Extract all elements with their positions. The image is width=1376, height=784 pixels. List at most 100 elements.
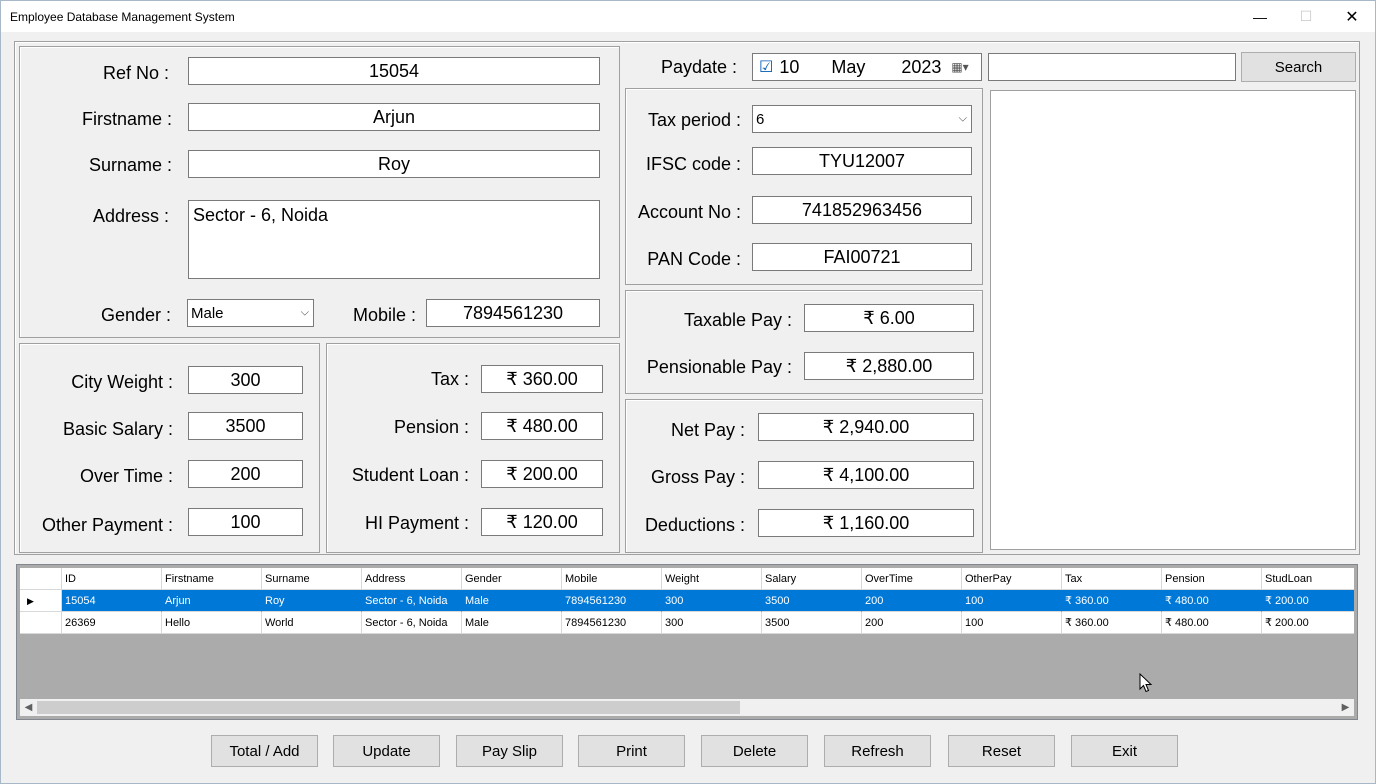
account-no-field[interactable]: 741852963456 [752,196,972,224]
taxable-pay-group: Taxable Pay : ₹ 6.00 Pensionable Pay : ₹… [625,290,983,394]
table-row[interactable]: 26369 Hello World Sector - 6, Noida Male 7894… [20,612,1354,634]
city-weight-field[interactable]: 300 [188,366,303,394]
update-button[interactable]: Update [333,735,440,767]
reset-button[interactable]: Reset [948,735,1055,767]
basic-salary-field[interactable]: 3500 [188,412,303,440]
student-loan-field[interactable]: ₹ 200.00 [481,460,603,488]
grid-cell[interactable]: Male [462,612,562,634]
delete-button[interactable]: Delete [701,735,808,767]
net-pay-field[interactable]: ₹ 2,940.00 [758,413,974,441]
scroll-right-icon[interactable]: ▶ [1337,699,1354,716]
scrollbar-thumb[interactable] [37,701,740,714]
grid-cell[interactable]: ₹ 360.00 [1062,590,1162,612]
grid-cell[interactable]: 26369 [62,612,162,634]
gross-pay-field[interactable]: ₹ 4,100.00 [758,461,974,489]
row-header[interactable] [20,612,62,634]
column-header[interactable]: Weight [662,568,762,590]
employee-grid[interactable]: ID Firstname Surname Address Gender Mobile Wei… [16,564,1358,720]
grid-cell[interactable]: 15054 [62,590,162,612]
refresh-button[interactable]: Refresh [824,735,931,767]
grid-cell[interactable]: ₹ 200.00 [1262,612,1354,634]
ref-no-field[interactable]: 15054 [188,57,600,85]
table-row[interactable]: ▶ 15054 Arjun Roy Sector - 6, Noida Male 78945… [20,590,1354,612]
other-payment-field[interactable]: 100 [188,508,303,536]
search-input[interactable] [988,53,1236,81]
scroll-left-icon[interactable]: ◀ [20,699,37,716]
pan-code-field[interactable]: FAI00721 [752,243,972,271]
column-header[interactable]: ID [62,568,162,590]
column-header[interactable]: Firstname [162,568,262,590]
firstname-field[interactable]: Arjun [188,103,600,131]
hi-payment-field[interactable]: ₹ 120.00 [481,508,603,536]
grid-cell[interactable]: 3500 [762,612,862,634]
close-button[interactable]: ✕ [1329,1,1375,32]
search-button[interactable]: Search [1241,52,1356,82]
column-header[interactable]: Gender [462,568,562,590]
grid-corner-header[interactable] [20,568,62,590]
grid-cell[interactable]: 100 [962,590,1062,612]
total-add-button[interactable]: Total / Add [211,735,318,767]
exit-button[interactable]: Exit [1071,735,1178,767]
grid-cell[interactable]: 100 [962,612,1062,634]
payslip-listbox[interactable] [990,90,1356,550]
ifsc-code-field[interactable]: TYU12007 [752,147,972,175]
column-header[interactable]: StudLoan [1262,568,1354,590]
grid-cell[interactable]: ₹ 200.00 [1262,590,1354,612]
gender-dropdown[interactable]: Male ⌵ [187,299,314,327]
grid-cell[interactable]: 300 [662,612,762,634]
print-button[interactable]: Print [578,735,685,767]
column-header[interactable]: Address [362,568,462,590]
grid-cell[interactable]: ₹ 360.00 [1062,612,1162,634]
grid-cell[interactable]: 7894561230 [562,590,662,612]
horizontal-scrollbar[interactable]: ◀ ▶ [20,699,1354,716]
column-header[interactable]: OtherPay [962,568,1062,590]
surname-field[interactable]: Roy [188,150,600,178]
grid-cell[interactable]: Hello [162,612,262,634]
column-header[interactable]: Tax [1062,568,1162,590]
grid-cell[interactable]: Sector - 6, Noida [362,590,462,612]
grid-cell[interactable]: ₹ 480.00 [1162,612,1262,634]
grid-cell[interactable]: Arjun [162,590,262,612]
maximize-button[interactable]: ☐ [1283,1,1329,32]
basic-salary-label: Basic Salary : [62,419,173,439]
grid-cell[interactable]: 7894561230 [562,612,662,634]
row-header[interactable]: ▶ [20,590,62,612]
title-bar[interactable]: Employee Database Management System — ☐ … [1,1,1375,32]
deductions-field[interactable]: ₹ 1,160.00 [758,509,974,537]
grid-cell[interactable]: World [262,612,362,634]
column-header[interactable]: OverTime [862,568,962,590]
grid-cell[interactable]: 200 [862,590,962,612]
grid-header-row: ID Firstname Surname Address Gender Mobile Wei… [20,568,1354,590]
tax-field[interactable]: ₹ 360.00 [481,365,603,393]
column-header[interactable]: Salary [762,568,862,590]
pay-inputs-group: City Weight : 300 Basic Salary : 3500 Ov… [19,343,320,553]
grid-cell[interactable]: 200 [862,612,962,634]
minimize-button[interactable]: — [1237,1,1283,32]
over-time-field[interactable]: 200 [188,460,303,488]
grid-cell[interactable]: ₹ 480.00 [1162,590,1262,612]
personal-info-group: Ref No : 15054 Firstname : Arjun Surname… [19,46,620,338]
tax-period-dropdown[interactable]: 6 ⌵ [752,105,972,133]
column-header[interactable]: Pension [1162,568,1262,590]
pension-field[interactable]: ₹ 480.00 [481,412,603,440]
other-payment-label: Other Payment : [41,515,173,535]
taxable-pay-field[interactable]: ₹ 6.00 [804,304,974,332]
pensionable-pay-field[interactable]: ₹ 2,880.00 [804,352,974,380]
column-header[interactable]: Mobile [562,568,662,590]
column-header[interactable]: Surname [262,568,362,590]
grid-cell[interactable]: 3500 [762,590,862,612]
grid-cell[interactable]: 300 [662,590,762,612]
deductions-group: Tax : ₹ 360.00 Pension : ₹ 480.00 Studen… [326,343,620,553]
gender-value: Male [191,304,224,322]
mouse-cursor-icon [1139,673,1153,693]
chevron-down-icon: ⌵ [958,112,967,125]
grid-cell[interactable]: Male [462,590,562,612]
address-field[interactable]: Sector - 6, Noida [188,200,600,279]
grid-cell[interactable]: Roy [262,590,362,612]
grid-cell[interactable]: Sector - 6, Noida [362,612,462,634]
mobile-field[interactable]: 7894561230 [426,299,600,327]
pay-slip-button[interactable]: Pay Slip [456,735,563,767]
calendar-icon[interactable]: ▦▾ [951,60,968,74]
paydate-picker[interactable]: ☑ 10 May 2023 ▦▾ [752,53,982,81]
checkbox-icon[interactable]: ☑ [759,57,773,77]
